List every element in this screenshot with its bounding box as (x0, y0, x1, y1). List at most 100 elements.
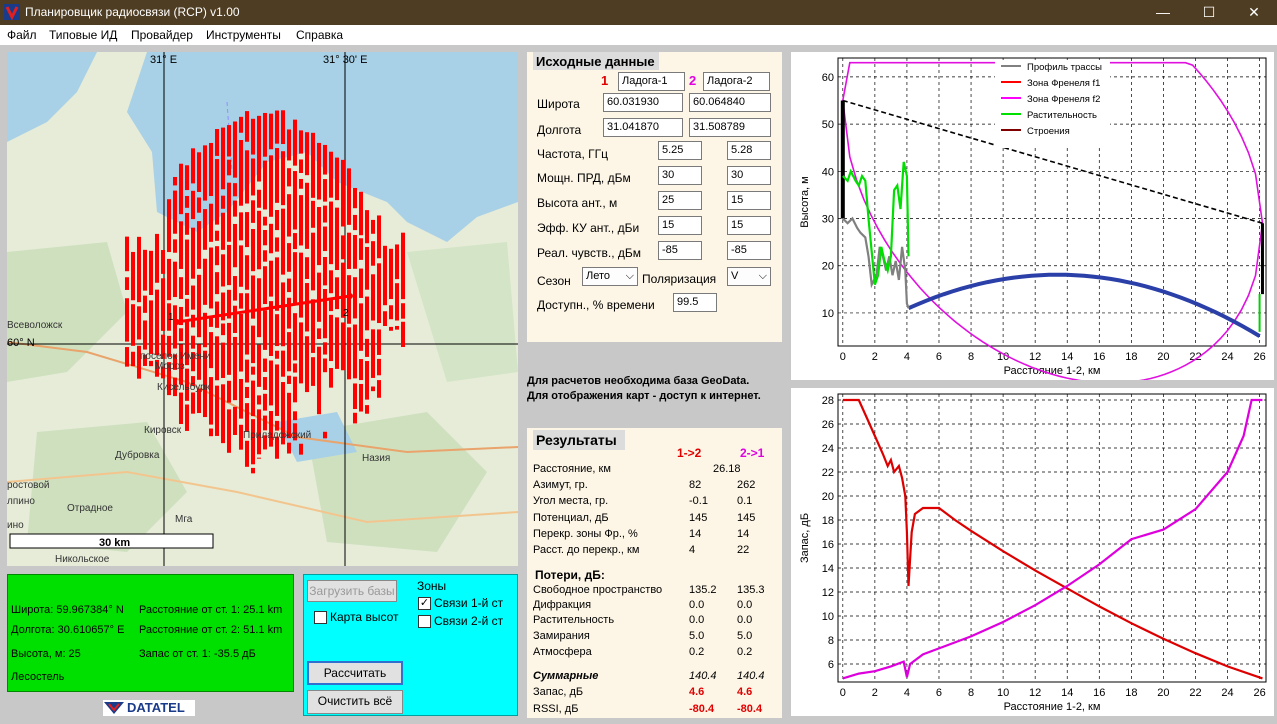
coverage-cell (245, 359, 249, 383)
place-label: ростовой (7, 480, 50, 491)
station-2-marker (347, 293, 353, 299)
menu-templates[interactable]: Типовые ИД (49, 28, 117, 42)
season-select[interactable]: Лето ⌵ (582, 267, 638, 286)
coverage-cell (131, 251, 135, 301)
row-label: Широта (537, 97, 580, 111)
coverage-cell (329, 299, 333, 312)
menu-help[interactable]: Справка (296, 28, 343, 42)
menu-file[interactable]: Файл (7, 28, 37, 42)
calculate-button[interactable]: Рассчитать (307, 661, 403, 685)
notice-line-2: Для отображения карт - доступ к интернет… (527, 390, 761, 402)
coverage-cell (143, 320, 147, 350)
coverage-cell (275, 148, 279, 203)
availability-input[interactable]: 99.5 (673, 293, 717, 312)
loss-a: 0.2 (689, 646, 705, 658)
coverage-cell (233, 336, 237, 401)
coverage-cell (269, 113, 273, 150)
coverage-cell (191, 148, 195, 184)
coverage-cell (161, 278, 165, 331)
lat1-input[interactable]: 60.031930 (603, 93, 683, 112)
zone2-checkbox[interactable] (418, 615, 431, 628)
coverage-cell (299, 322, 303, 384)
coverage-cell (275, 257, 279, 311)
lon2-input[interactable]: 31.508789 (689, 118, 771, 137)
coverage-cell (197, 344, 201, 380)
coverage-cell (293, 363, 297, 373)
notice: Для расчетов необходима база GeoData. Дл… (527, 374, 787, 404)
place-label: ино (7, 520, 24, 531)
x-tick-label: 8 (968, 687, 974, 699)
map-view[interactable]: 31° E 31° 30' E 60° N Всеволожск Кировск… (7, 52, 518, 566)
coverage-cell (185, 165, 189, 191)
power2-input[interactable]: 30 (727, 166, 771, 185)
x-tick-label: 26 (1253, 687, 1265, 699)
margin-chart: 0 2 4 6 8 10 12 14 16 18 20 22 24 2668101214161820222… (791, 388, 1274, 716)
legend-label: Профиль трассы (1027, 62, 1102, 73)
coverage-cell (275, 364, 279, 416)
maximize-icon[interactable]: ☐ (1186, 0, 1232, 25)
clear-all-button[interactable]: Очистить всё (307, 690, 403, 714)
coverage-cell (287, 375, 291, 384)
antenna-height1-input[interactable]: 25 (658, 191, 702, 210)
results-panel: Результаты 1->2 2->1 Расстояние, км 26.1… (527, 428, 782, 718)
cursor-lon: Долгота: 30.610657° E (11, 624, 125, 636)
coverage-cell (293, 233, 297, 250)
power1-input[interactable]: 30 (658, 166, 702, 185)
coverage-cell (359, 359, 363, 381)
sens1-input[interactable]: -85 (658, 241, 702, 260)
result-a: -0.1 (689, 495, 708, 507)
zone1-checkbox[interactable]: ✓ (418, 597, 431, 610)
station-1-name-input[interactable]: Ладога-1 (618, 72, 685, 91)
sens2-input[interactable]: -85 (727, 241, 771, 260)
coverage-cell (185, 298, 189, 317)
coverage-cell (245, 440, 249, 467)
map-canvas[interactable] (7, 52, 518, 566)
load-bases-button[interactable]: Загрузить базы (307, 580, 397, 602)
lat2-input[interactable]: 60.064840 (689, 93, 771, 112)
coverage-cell (299, 195, 303, 246)
coverage-cell (353, 187, 357, 209)
gain2-input[interactable]: 15 (727, 216, 771, 235)
close-icon[interactable]: ✕ (1231, 0, 1277, 25)
total-b: 140.4 (737, 670, 765, 682)
coverage-cell (263, 216, 267, 226)
coverage-cell (365, 210, 369, 244)
profile-chart: 0 2 4 6 8 10 12 14 16 18 20 22 24 26102030405060Расст… (791, 52, 1274, 380)
freq2-input[interactable]: 5.28 (727, 141, 771, 160)
lon1-input[interactable]: 31.041870 (603, 118, 683, 137)
minimize-icon[interactable]: — (1140, 0, 1186, 25)
polarization-select[interactable]: V ⌵ (727, 267, 771, 286)
x-tick-label: 14 (1061, 687, 1073, 699)
loss-a: 0.0 (689, 599, 705, 611)
menu-provider[interactable]: Провайдер (131, 28, 193, 42)
coverage-cell (197, 152, 201, 192)
freq1-input[interactable]: 5.25 (658, 141, 702, 160)
coverage-cell (305, 257, 309, 279)
antenna-height2-input[interactable]: 15 (727, 191, 771, 210)
inputs-title: Исходные данные (536, 54, 655, 69)
coverage-cell (281, 151, 285, 206)
coverage-cell (245, 111, 249, 142)
height-map-checkbox[interactable] (314, 611, 327, 624)
place-label: поселок Имени (140, 351, 211, 362)
result-a: 14 (689, 528, 702, 540)
menu-tools[interactable]: Инструменты (206, 28, 281, 42)
coverage-cell (299, 252, 303, 318)
window-title: Планировщик радиосвязи (RCP) v1.00 (25, 5, 240, 19)
coverage-cell (155, 233, 159, 283)
coverage-cell (125, 298, 129, 342)
coverage-cell (191, 392, 195, 414)
coverage-cell (359, 191, 363, 236)
legend-label: Зона Френеля f1 (1027, 78, 1100, 89)
zone2-label: Связи 2-й ст (434, 614, 504, 628)
row-label: Эфф. КУ ант., дБи (537, 221, 640, 235)
coverage-cell (245, 255, 249, 290)
coverage-cell (221, 212, 225, 250)
gain1-input[interactable]: 15 (658, 216, 702, 235)
polarization-label: Поляризация (642, 272, 717, 286)
coverage-cell (179, 277, 183, 299)
loss-b: 5.0 (737, 630, 753, 642)
station-2-name-input[interactable]: Ладога-2 (703, 72, 770, 91)
coverage-cell (401, 321, 405, 347)
coverage-cell (257, 189, 261, 208)
